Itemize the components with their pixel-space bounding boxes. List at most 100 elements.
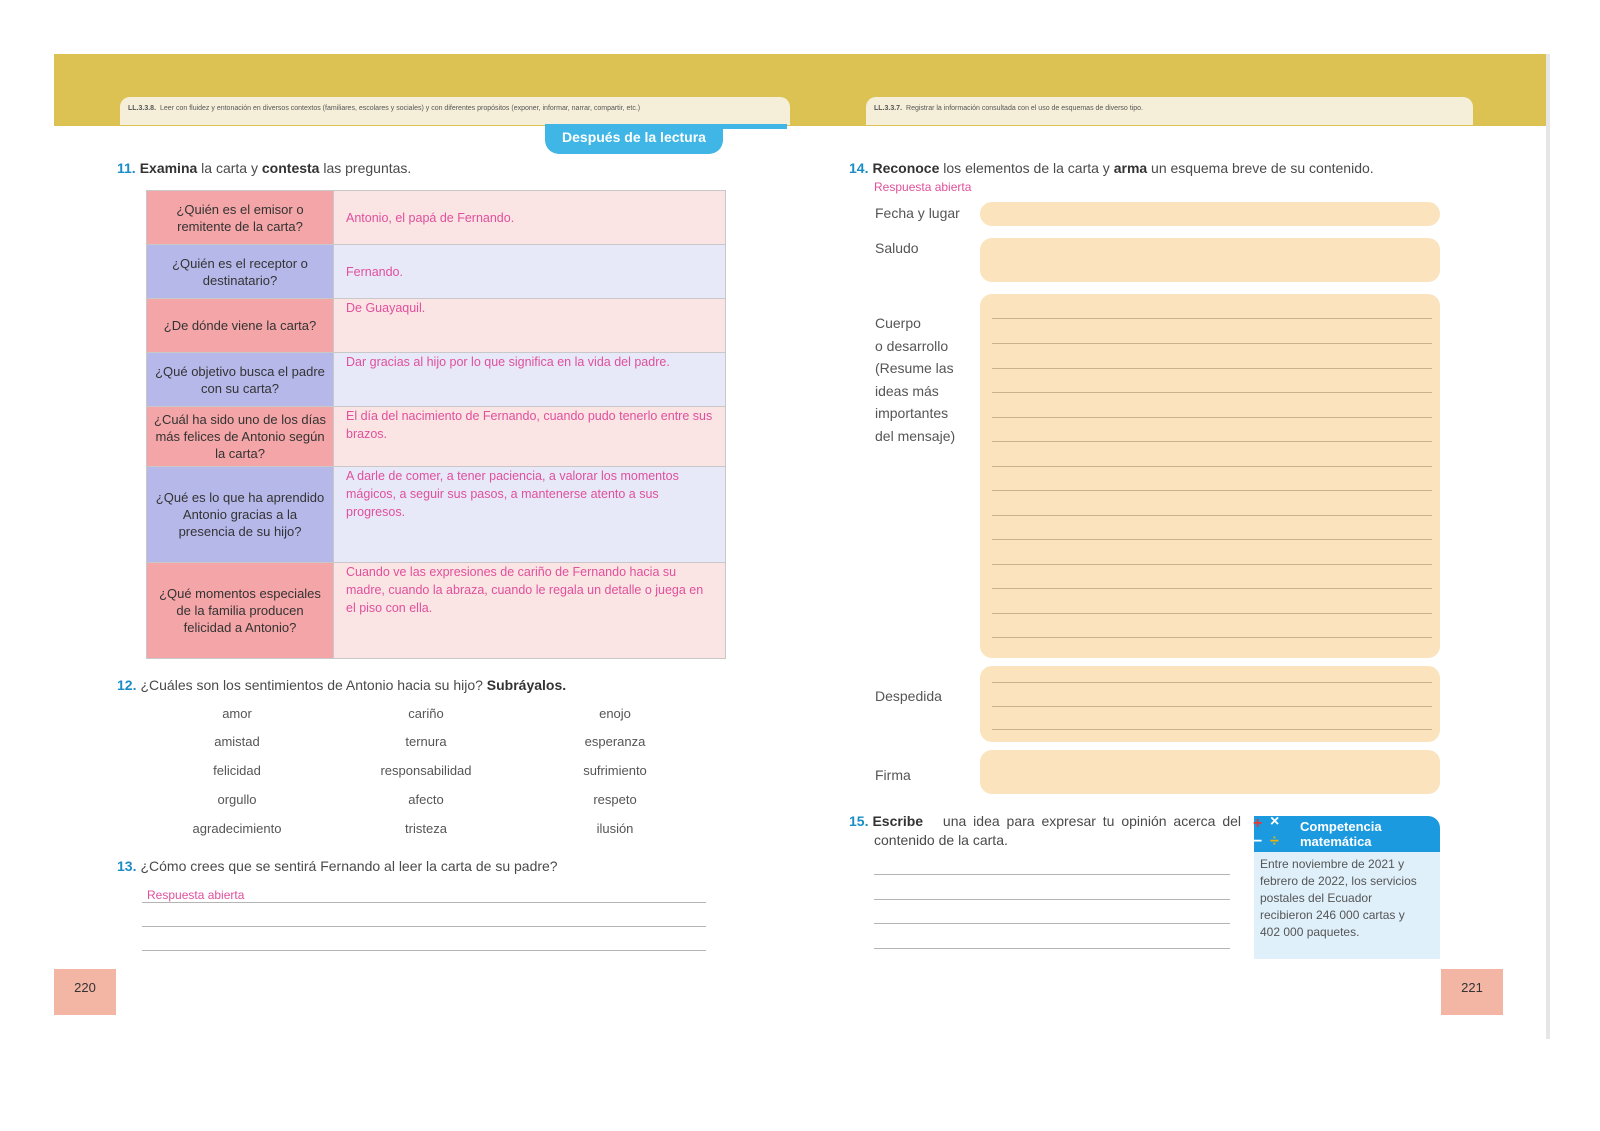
table-row: ¿Qué objetivo busca el padre con su cart… xyxy=(146,352,726,407)
question-text: las preguntas. xyxy=(319,160,412,176)
feeling-word[interactable]: ternura xyxy=(346,734,506,749)
answer-line[interactable] xyxy=(874,899,1230,900)
question-text: un esquema breve de su contenido. xyxy=(1147,160,1374,176)
skill-bar-right: LL.3.3.7. Registrar la información consul… xyxy=(866,97,1473,125)
book-spread: LL.3.3.8. Leer con fluidez y entonación e… xyxy=(54,54,1550,1039)
scheme-box-cuerpo[interactable] xyxy=(980,294,1440,658)
ruled-line xyxy=(992,539,1432,540)
answer-line[interactable] xyxy=(874,923,1230,924)
question-text: ¿Cómo crees que se sentirá Fernando al l… xyxy=(140,858,558,874)
question-14: 14. Reconoce los elementos de la carta y … xyxy=(849,160,1374,176)
ruled-line xyxy=(992,588,1432,589)
table-row: ¿Quién es el receptor o destinatario? Fe… xyxy=(146,244,726,299)
scheme-label-fecha: Fecha y lugar xyxy=(875,205,960,221)
feeling-word[interactable]: afecto xyxy=(346,792,506,807)
page-edge xyxy=(1546,54,1550,1039)
table-question: ¿Quién es el receptor o destinatario? xyxy=(146,244,334,299)
ruled-line xyxy=(992,490,1432,491)
competencia-text: febrero de 2022, los servicios xyxy=(1260,874,1417,888)
competencia-title: matemática xyxy=(1300,834,1372,849)
label-line: o desarrollo xyxy=(875,337,949,354)
feeling-word[interactable]: responsabilidad xyxy=(346,763,506,778)
competencia-text: recibieron 246 000 cartas y xyxy=(1260,908,1405,922)
questions-table: ¿Quién es el emisor o remitente de la ca… xyxy=(146,190,726,659)
feeling-word[interactable]: cariño xyxy=(346,706,506,721)
answer-line[interactable] xyxy=(874,874,1230,875)
table-answer: A darle de comer, a tener paciencia, a v… xyxy=(333,466,726,563)
skill-text: Leer con fluidez y entonación en diverso… xyxy=(160,105,641,112)
competencia-body: Entre noviembre de 2021 y febrero de 202… xyxy=(1254,852,1440,959)
feeling-word[interactable]: respeto xyxy=(535,792,695,807)
ruled-line xyxy=(992,417,1432,418)
ruled-line xyxy=(992,637,1432,638)
question-number: 13. xyxy=(117,858,137,874)
scheme-label-firma: Firma xyxy=(875,767,911,783)
page-number-right: 221 xyxy=(1441,969,1503,1015)
table-question: ¿De dónde viene la carta? xyxy=(146,298,334,353)
question-11: 11. Examina la carta y contesta las pregu… xyxy=(117,160,411,176)
answer-line[interactable] xyxy=(142,902,706,903)
feeling-word[interactable]: sufrimiento xyxy=(535,763,695,778)
scheme-label-cuerpo: Cuerpo o desarrollo (Resume las ideas má… xyxy=(875,312,955,447)
question-text: la carta y xyxy=(197,160,262,176)
ruled-line xyxy=(992,368,1432,369)
feeling-word[interactable]: amistad xyxy=(157,734,317,749)
scheme-box-firma[interactable] xyxy=(980,750,1440,794)
label-line: importantes xyxy=(875,405,949,421)
ruled-line xyxy=(992,564,1432,565)
ruled-line xyxy=(992,706,1432,707)
feeling-word[interactable]: ilusión xyxy=(535,821,695,836)
scheme-box-saludo[interactable] xyxy=(980,238,1440,282)
feeling-word[interactable]: enojo xyxy=(535,706,695,721)
label-line: ideas más xyxy=(875,382,939,399)
answer-line[interactable] xyxy=(874,948,1230,949)
table-row: ¿Quién es el emisor o remitente de la ca… xyxy=(146,190,726,245)
question-number: 11. xyxy=(117,160,136,176)
competencia-text: postales del Ecuador xyxy=(1260,891,1373,905)
question-text: ¿Cuáles son los sentimientos de Antonio … xyxy=(140,677,487,693)
skill-code: LL.3.3.8. xyxy=(128,105,157,112)
competencia-text: Entre noviembre de 2021 y xyxy=(1260,857,1405,871)
feeling-word[interactable]: agradecimiento xyxy=(157,821,317,836)
scheme-box-fecha[interactable] xyxy=(980,202,1440,226)
table-row: ¿Cuál ha sido uno de los días más felice… xyxy=(146,406,726,467)
ruled-line xyxy=(992,441,1432,442)
question-verb: Reconoce xyxy=(872,160,940,176)
open-answer-note: Respuesta abierta xyxy=(147,888,245,902)
question-verb: contesta xyxy=(261,160,320,176)
feeling-word[interactable]: felicidad xyxy=(157,763,317,778)
question-13: 13. ¿Cómo crees que se sentirá Fernando a… xyxy=(117,858,558,874)
label-line: Cuerpo xyxy=(875,315,921,331)
table-answer: Dar gracias al hijo por lo que significa… xyxy=(333,352,726,407)
feeling-word[interactable]: tristeza xyxy=(346,821,506,836)
open-answer-note: Respuesta abierta xyxy=(874,180,972,194)
ruled-line xyxy=(992,466,1432,467)
feeling-word[interactable]: orgullo xyxy=(157,792,317,807)
question-line: 15. Escribe una idea para expresar tu opi… xyxy=(849,812,1241,831)
question-verb: Examina xyxy=(139,160,198,176)
feeling-word[interactable]: esperanza xyxy=(535,734,695,749)
question-text: contenido de la carta. xyxy=(874,832,1008,848)
scheme-box-despedida[interactable] xyxy=(980,666,1440,742)
question-15: 15. Escribe una idea para expresar tu opi… xyxy=(849,812,1241,850)
feeling-word[interactable]: amor xyxy=(157,706,317,721)
ruled-line xyxy=(992,613,1432,614)
ruled-line xyxy=(992,343,1432,344)
question-text: los elementos de la carta y xyxy=(939,160,1114,176)
table-question: ¿Quién es el emisor o remitente de la ca… xyxy=(146,190,334,245)
table-row: ¿De dónde viene la carta? De Guayaquil. xyxy=(146,298,726,353)
table-answer: Antonio, el papá de Fernando. xyxy=(333,190,726,245)
table-answer: Cuando ve las expresiones de cariño de F… xyxy=(333,562,726,659)
label-line: del mensaje) xyxy=(875,427,956,444)
scheme-label-despedida: Despedida xyxy=(875,688,942,704)
answer-line[interactable] xyxy=(142,950,706,951)
question-number: 15. xyxy=(849,813,869,829)
question-12: 12. ¿Cuáles son los sentimientos de Anton… xyxy=(117,677,566,693)
table-row: ¿Qué es lo que ha aprendido Antonio grac… xyxy=(146,466,726,563)
skill-code: LL.3.3.7. xyxy=(874,105,903,112)
table-answer: El día del nacimiento de Fernando, cuand… xyxy=(333,406,726,467)
question-number: 12. xyxy=(117,677,137,693)
answer-line[interactable] xyxy=(142,926,706,927)
competencia-text: 402 000 paquetes. xyxy=(1260,925,1360,939)
table-question: ¿Qué es lo que ha aprendido Antonio grac… xyxy=(146,466,334,563)
